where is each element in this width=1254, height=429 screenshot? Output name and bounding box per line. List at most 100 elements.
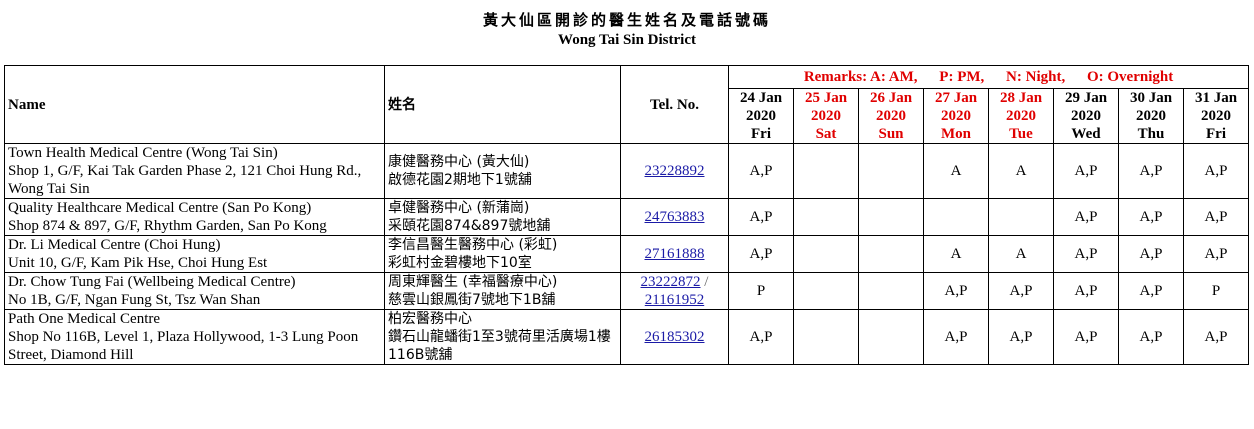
clinic-address-chinese: 采頤花園874&897號地舖 bbox=[388, 218, 551, 234]
date-day: 26 Jan bbox=[869, 90, 913, 106]
tel-link[interactable]: 24763883 bbox=[645, 209, 705, 225]
schedule-cell: A,P bbox=[1182, 198, 1250, 236]
date-header: 30 Jan 2020 Thu bbox=[1118, 88, 1184, 144]
clinic-name-chinese-cell: 李信昌醫生醫務中心 (彩虹) 彩虹村金碧樓地下10室 bbox=[384, 235, 621, 273]
clinic-name-cell: Town Health Medical Centre (Wong Tai Sin… bbox=[4, 143, 385, 199]
schedule-cell: A,P bbox=[1118, 235, 1184, 273]
remark-night: N: Night, bbox=[1006, 69, 1066, 85]
clinic-name: Dr. Li Medical Centre (Choi Hung) bbox=[8, 237, 221, 253]
clinic-address-chinese: 慈雲山銀鳳街7號地下1B舖 bbox=[388, 292, 556, 308]
schedule-cell: A,P bbox=[1118, 198, 1184, 236]
column-header-name: Name bbox=[4, 65, 385, 144]
tel-link[interactable]: 23222872 bbox=[641, 274, 701, 290]
schedule-cell: A,P bbox=[1053, 143, 1119, 199]
tel-link[interactable]: 27161888 bbox=[645, 246, 705, 262]
schedule-cell: A,P bbox=[988, 272, 1054, 310]
remark-pm: P: PM, bbox=[939, 69, 985, 85]
schedule-cell: A,P bbox=[923, 309, 989, 365]
date-day: 31 Jan bbox=[1194, 90, 1238, 106]
schedule-cell: A,P bbox=[1182, 235, 1250, 273]
clinic-address: Shop 1, G/F, Kai Tak Garden Phase 2, 121… bbox=[8, 163, 362, 197]
date-day: 29 Jan bbox=[1064, 90, 1108, 106]
table-row: Path One Medical Centre Shop No 116B, Lev… bbox=[4, 309, 1250, 365]
date-weekday: Mon bbox=[941, 126, 971, 142]
page-header: 黃大仙區開診的醫生姓名及電話號碼 Wong Tai Sin District bbox=[0, 0, 1254, 49]
date-day: 30 Jan bbox=[1129, 90, 1173, 106]
tel-cell: 23228892 bbox=[620, 143, 729, 199]
schedule-cell: A bbox=[923, 235, 989, 273]
table-row: Quality Healthcare Medical Centre (San P… bbox=[4, 198, 1250, 236]
schedule-cell bbox=[793, 309, 859, 365]
schedule-cell bbox=[988, 198, 1054, 236]
clinic-schedule-table: Name 姓名 Tel. No. Remarks: A: AM, P: PM, … bbox=[4, 65, 1250, 365]
table-row: Dr. Chow Tung Fai (Wellbeing Medical Cen… bbox=[4, 272, 1250, 310]
date-year: 2020 bbox=[1006, 108, 1036, 124]
date-year: 2020 bbox=[1201, 108, 1231, 124]
date-year: 2020 bbox=[941, 108, 971, 124]
remark-overnight: O: Overnight bbox=[1086, 69, 1174, 85]
date-header: 26 Jan 2020 Sun bbox=[858, 88, 924, 144]
date-weekday: Fri bbox=[1206, 126, 1226, 142]
schedule-cell: A,P bbox=[923, 272, 989, 310]
date-weekday: Wed bbox=[1071, 126, 1101, 142]
clinic-rows: Town Health Medical Centre (Wong Tai Sin… bbox=[4, 143, 1250, 365]
column-header-name-chinese: 姓名 bbox=[384, 65, 621, 144]
schedule-cell: A,P bbox=[728, 309, 794, 365]
tel-cell: 27161888 bbox=[620, 235, 729, 273]
schedule-cell bbox=[858, 143, 924, 199]
schedule-cell: A,P bbox=[1053, 272, 1119, 310]
date-day: 28 Jan bbox=[999, 90, 1043, 106]
tel-link[interactable]: 26185302 bbox=[645, 329, 705, 345]
date-header: 24 Jan 2020 Fri bbox=[728, 88, 794, 144]
schedule-cell: A,P bbox=[728, 235, 794, 273]
clinic-name-chinese: 康健醫務中心 (黃大仙) bbox=[388, 154, 530, 170]
date-year: 2020 bbox=[1071, 108, 1101, 124]
clinic-name-chinese: 卓健醫務中心 (新蒲崗) bbox=[388, 200, 530, 216]
tel-link[interactable]: 23228892 bbox=[645, 163, 705, 179]
clinic-name: Town Health Medical Centre (Wong Tai Sin… bbox=[8, 145, 278, 161]
page-title-english: Wong Tai Sin District bbox=[558, 32, 696, 48]
date-weekday: Sun bbox=[878, 126, 904, 142]
date-year: 2020 bbox=[876, 108, 906, 124]
schedule-cell bbox=[923, 198, 989, 236]
schedule-cell: A,P bbox=[1118, 272, 1184, 310]
schedule-cell bbox=[793, 272, 859, 310]
schedule-cell: A,P bbox=[1118, 309, 1184, 365]
clinic-name-cell: Dr. Chow Tung Fai (Wellbeing Medical Cen… bbox=[4, 272, 385, 310]
schedule-cell: A,P bbox=[728, 198, 794, 236]
schedule-cell bbox=[858, 198, 924, 236]
table-row: Town Health Medical Centre (Wong Tai Sin… bbox=[4, 143, 1250, 199]
schedule-cell bbox=[793, 235, 859, 273]
date-day: 24 Jan bbox=[739, 90, 783, 106]
page-title-chinese: 黃大仙區開診的醫生姓名及電話號碼 bbox=[482, 11, 771, 29]
date-header: 25 Jan 2020 Sat bbox=[793, 88, 859, 144]
clinic-name-chinese-cell: 康健醫務中心 (黃大仙) 啟德花園2期地下1號舖 bbox=[384, 143, 621, 199]
clinic-name: Path One Medical Centre bbox=[8, 311, 161, 327]
date-day: 25 Jan bbox=[804, 90, 848, 106]
date-weekday: Tue bbox=[1009, 126, 1033, 142]
remark-am: Remarks: A: AM, bbox=[803, 69, 918, 85]
clinic-address-chinese: 彩虹村金碧樓地下10室 bbox=[388, 255, 532, 271]
clinic-address: No 1B, G/F, Ngan Fung St, Tsz Wan Shan bbox=[8, 292, 261, 308]
date-weekday: Fri bbox=[751, 126, 771, 142]
clinic-name-chinese-cell: 柏宏醫務中心 鑽石山龍蟠街1至3號荷里活廣場1樓116B號舖 bbox=[384, 309, 621, 365]
schedule-cell: A,P bbox=[1118, 143, 1184, 199]
table-row: Dr. Li Medical Centre (Choi Hung) Unit 10… bbox=[4, 235, 1250, 273]
tel-separator: / bbox=[700, 274, 709, 290]
remarks-legend: Remarks: A: AM, P: PM, N: Night, O: Over… bbox=[727, 65, 1250, 89]
schedule-cell bbox=[858, 309, 924, 365]
schedule-cell bbox=[793, 143, 859, 199]
schedule-cell: A,P bbox=[1053, 198, 1119, 236]
date-header: 27 Jan 2020 Mon bbox=[923, 88, 989, 144]
clinic-name-cell: Dr. Li Medical Centre (Choi Hung) Unit 10… bbox=[4, 235, 385, 273]
clinic-address-chinese: 啟德花園2期地下1號舖 bbox=[388, 172, 532, 188]
tel-cell: 23222872 / 21161952 bbox=[620, 272, 729, 310]
schedule-cell bbox=[858, 235, 924, 273]
schedule-cell: A,P bbox=[1053, 235, 1119, 273]
date-day: 27 Jan bbox=[934, 90, 978, 106]
column-header-tel: Tel. No. bbox=[620, 65, 729, 144]
clinic-address: Shop 874 & 897, G/F, Rhythm Garden, San … bbox=[8, 218, 327, 234]
schedule-cell bbox=[858, 272, 924, 310]
tel-cell: 24763883 bbox=[620, 198, 729, 236]
tel-link[interactable]: 21161952 bbox=[645, 292, 704, 308]
